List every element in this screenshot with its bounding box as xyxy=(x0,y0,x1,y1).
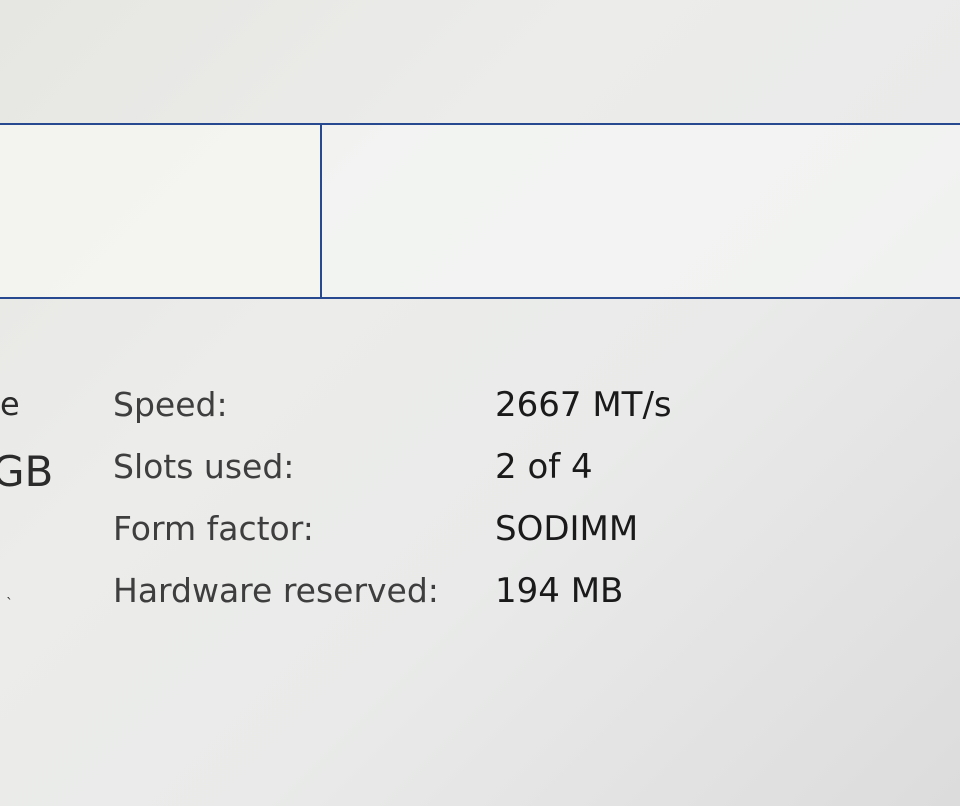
property-value: 2 of 4 xyxy=(495,447,593,487)
property-label: Hardware reserved: xyxy=(113,571,439,610)
left-fragment-mark: ˎ xyxy=(6,584,13,600)
property-value: 194 MB xyxy=(495,571,624,611)
memory-properties-table: Speed: 2667 MT/s Slots used: 2 of 4 Form… xyxy=(113,380,713,628)
property-label: Speed: xyxy=(113,385,228,424)
left-fragment-label: e xyxy=(0,385,20,423)
memory-composition-map[interactable] xyxy=(0,123,960,299)
property-row-form-factor: Form factor: SODIMM xyxy=(113,504,713,566)
left-fragment-value: GB xyxy=(0,447,54,496)
task-manager-memory-panel: e GB ˎ Speed: 2667 MT/s Slots used: 2 of… xyxy=(0,0,960,806)
property-row-slots-used: Slots used: 2 of 4 xyxy=(113,442,713,504)
property-value: 2667 MT/s xyxy=(495,385,672,425)
composition-segment-in-use[interactable] xyxy=(0,125,322,297)
property-value: SODIMM xyxy=(495,509,639,549)
property-label: Form factor: xyxy=(113,509,314,548)
property-label: Slots used: xyxy=(113,447,295,486)
property-row-hardware-reserved: Hardware reserved: 194 MB xyxy=(113,566,713,628)
composition-segment-available[interactable] xyxy=(322,125,960,297)
property-row-speed: Speed: 2667 MT/s xyxy=(113,380,713,442)
